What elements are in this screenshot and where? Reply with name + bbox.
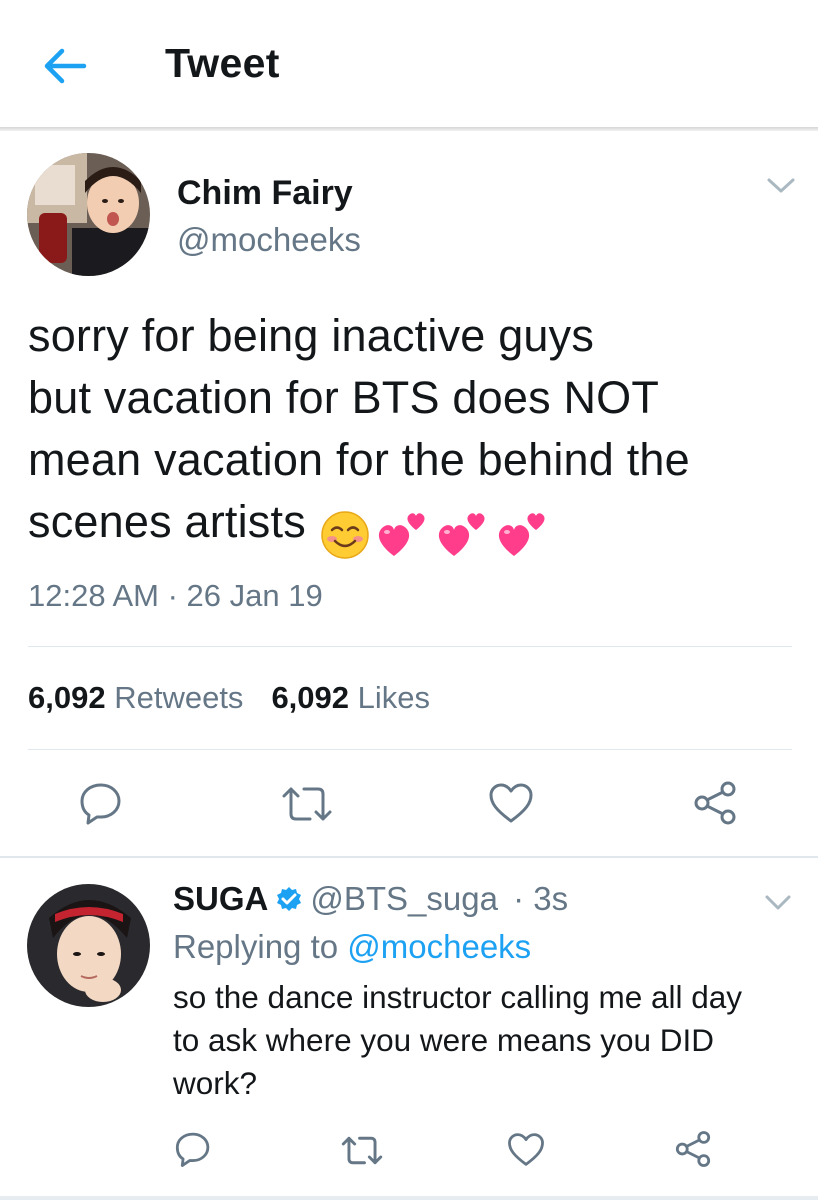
reply-text-line: work? bbox=[173, 1065, 258, 1101]
retweet-icon bbox=[341, 1136, 383, 1165]
verified-badge-icon bbox=[277, 887, 302, 911]
reply-avatar[interactable] bbox=[27, 884, 150, 1007]
reply-icon bbox=[175, 1132, 210, 1167]
tweet-text: sorry for being inactive guys but vacati… bbox=[28, 305, 798, 563]
page-title: Tweet bbox=[165, 40, 280, 86]
two-hearts-icon bbox=[498, 513, 545, 557]
retweets-label: Retweets bbox=[114, 680, 244, 715]
reply-header: SUGA @BTS_suga · 3s bbox=[173, 880, 568, 923]
chevron-down-icon bbox=[765, 895, 791, 910]
tweet-text-line-last: scenes artists bbox=[28, 491, 798, 563]
tweet-text-line: sorry for being inactive guys bbox=[28, 310, 595, 361]
author-name[interactable]: Chim Fairy bbox=[177, 174, 353, 213]
reply-like-button[interactable] bbox=[507, 1132, 545, 1172]
verified-badge bbox=[274, 885, 304, 923]
avatar[interactable] bbox=[27, 153, 150, 276]
chevron-down-icon bbox=[767, 178, 795, 193]
tweet-menu-button[interactable] bbox=[766, 176, 796, 201]
back-button[interactable] bbox=[40, 44, 88, 88]
bottom-divider bbox=[0, 1196, 818, 1200]
reply-text: so the dance instructor calling me all d… bbox=[173, 976, 803, 1105]
reply-author-name[interactable]: SUGA bbox=[173, 880, 268, 917]
tweet-text-line: mean vacation for the behind the bbox=[28, 434, 690, 485]
retweets-count: 6,092 bbox=[28, 680, 106, 715]
likes-stat[interactable]: 6,092 Likes bbox=[271, 680, 430, 715]
like-icon bbox=[508, 1133, 544, 1166]
header-divider bbox=[0, 127, 818, 131]
top-bar: Tweet bbox=[0, 0, 818, 128]
retweet-icon bbox=[282, 787, 332, 821]
replying-to: Replying to @mocheeks bbox=[173, 928, 531, 966]
share-icon bbox=[694, 781, 736, 825]
retweet-button[interactable] bbox=[280, 784, 334, 829]
reply-menu-button[interactable] bbox=[764, 894, 792, 917]
reply-retweet-button[interactable] bbox=[340, 1134, 384, 1172]
like-icon bbox=[489, 783, 533, 823]
reply-share-button[interactable] bbox=[674, 1130, 712, 1173]
tweet-stats: 6,092 Retweets 6,092 Likes bbox=[28, 680, 430, 716]
divider bbox=[28, 749, 792, 750]
divider bbox=[28, 646, 792, 647]
reply-text-line: to ask where you were means you DID bbox=[173, 1022, 714, 1058]
author-handle[interactable]: @mocheeks bbox=[177, 221, 361, 259]
tweet-timestamp[interactable]: 12:28 AM · 26 Jan 19 bbox=[28, 578, 323, 614]
share-button[interactable] bbox=[692, 780, 738, 831]
two-hearts-icon bbox=[438, 513, 485, 557]
likes-count: 6,092 bbox=[271, 680, 350, 715]
reply-icon bbox=[80, 783, 121, 825]
profile-photo bbox=[27, 153, 150, 276]
tweet-text-line: scenes artists bbox=[28, 496, 306, 547]
likes-label: Likes bbox=[357, 680, 431, 715]
reply-reply-button[interactable] bbox=[174, 1130, 212, 1173]
emoji-row bbox=[320, 501, 554, 563]
arrow-left-icon bbox=[44, 48, 87, 84]
reply-separator: · bbox=[503, 880, 534, 917]
reply-button[interactable] bbox=[78, 780, 124, 831]
reply-time: 3s bbox=[533, 880, 569, 917]
tweet-text-line: but vacation for BTS does NOT bbox=[28, 372, 660, 423]
reply-text-line: so the dance instructor calling me all d… bbox=[173, 979, 743, 1015]
like-button[interactable] bbox=[488, 782, 534, 829]
share-icon bbox=[675, 1131, 711, 1167]
two-hearts-icon bbox=[378, 513, 425, 557]
reply-author-handle[interactable]: @BTS_suga bbox=[310, 880, 498, 917]
divider bbox=[0, 856, 818, 858]
replying-to-link[interactable]: @mocheeks bbox=[347, 928, 531, 965]
profile-photo bbox=[27, 884, 150, 1007]
smiling-face-icon bbox=[321, 511, 369, 559]
retweets-stat[interactable]: 6,092 Retweets bbox=[28, 680, 243, 715]
replying-prefix: Replying to bbox=[173, 928, 339, 965]
